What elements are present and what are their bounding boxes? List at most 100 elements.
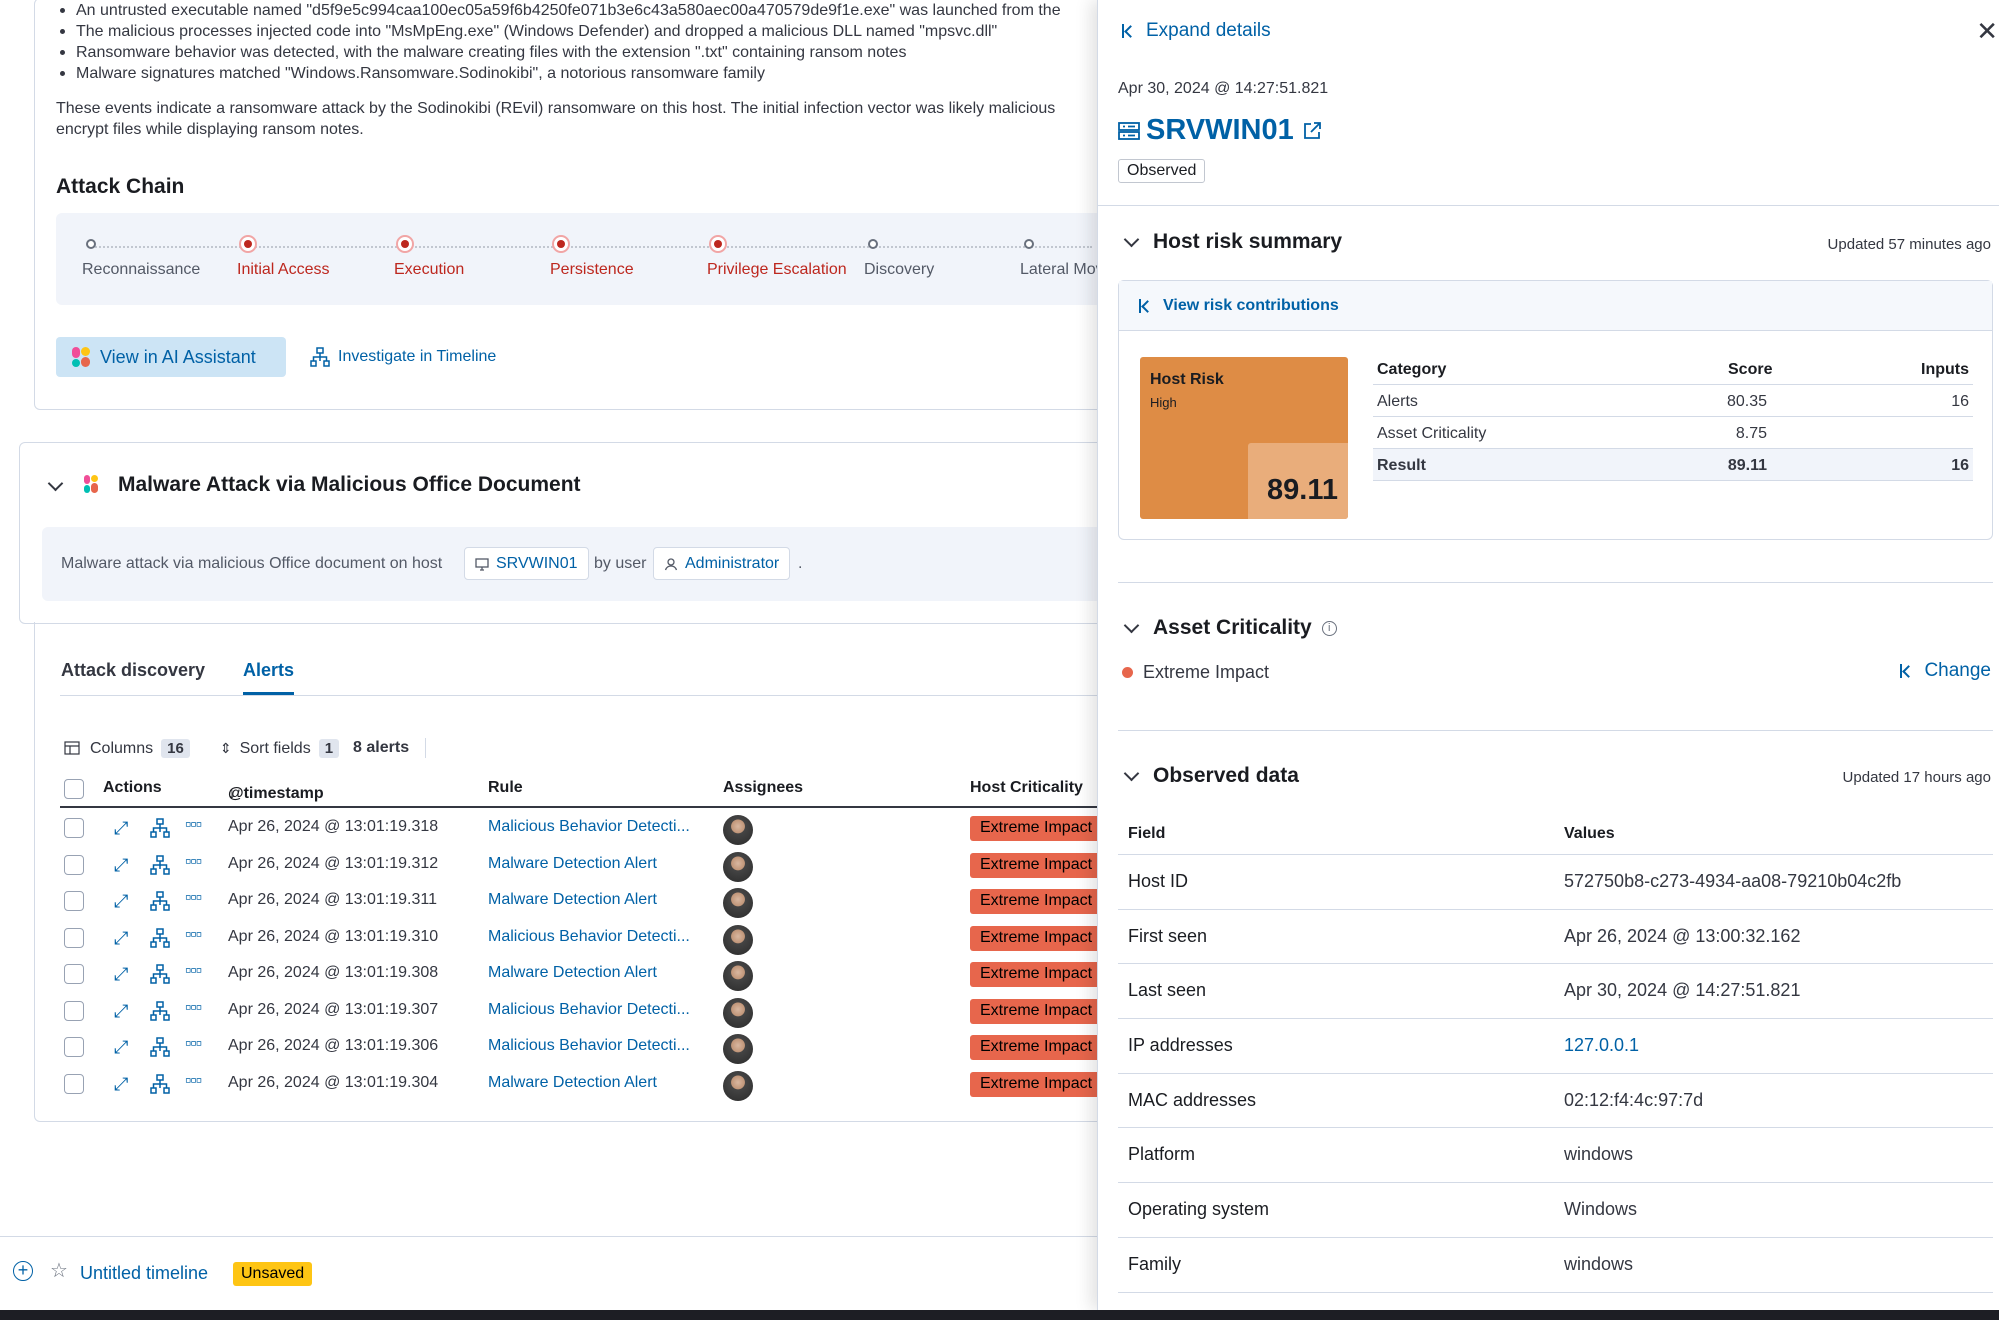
more-actions-icon[interactable]: ▫▫▫ xyxy=(185,814,202,835)
alert-rule-link[interactable]: Malware Detection Alert xyxy=(488,891,657,909)
expand-alert-icon[interactable]: ⤢ xyxy=(114,928,128,949)
stage-dot xyxy=(86,239,96,249)
more-actions-icon[interactable]: ▫▫▫ xyxy=(185,960,202,981)
more-actions-icon[interactable]: ▫▫▫ xyxy=(185,887,202,908)
treemap-level: High xyxy=(1150,395,1177,410)
expand-alert-icon[interactable]: ⤢ xyxy=(114,818,128,839)
avatar[interactable] xyxy=(723,815,753,845)
analyze-event-icon[interactable] xyxy=(150,1073,170,1094)
risk-table-header: Category Score Inputs xyxy=(1373,353,1973,385)
row-checkbox[interactable] xyxy=(64,1037,84,1057)
avatar[interactable] xyxy=(723,1070,753,1101)
alert-rule-link[interactable]: Malware Detection Alert xyxy=(488,1074,657,1092)
more-actions-icon[interactable]: ▫▫▫ xyxy=(185,851,202,872)
expand-alert-icon[interactable]: ⤢ xyxy=(114,1001,128,1022)
risk-summary-box: View risk contributions Host Risk High 8… xyxy=(1118,280,1993,540)
criticality-dot xyxy=(1122,667,1133,678)
ip-address-link[interactable]: 127.0.0.1 xyxy=(1564,1035,1639,1056)
avatar[interactable] xyxy=(723,924,753,955)
host-pill[interactable]: SRVWIN01 xyxy=(464,547,589,580)
row-checkbox[interactable] xyxy=(64,964,84,984)
discovery-by-user: by user xyxy=(594,555,647,572)
star-icon[interactable]: ☆ xyxy=(50,1258,68,1283)
observed-data-table: Field Values Host ID 572750b8-c273-4934-… xyxy=(1118,815,1993,1293)
row-checkbox[interactable] xyxy=(64,891,84,911)
analyze-event-icon[interactable] xyxy=(150,854,170,875)
expand-icon xyxy=(1139,298,1151,313)
timeline-title[interactable]: Untitled timeline xyxy=(80,1263,208,1284)
alert-rule-link[interactable]: Malicious Behavior Detecti... xyxy=(488,1001,690,1019)
alert-timestamp: Apr 26, 2024 @ 13:01:19.318 xyxy=(228,818,439,835)
table-row: ⤢ ▫▫▫ Apr 26, 2024 @ 13:01:19.310 Malicious… xyxy=(60,920,1097,957)
analyze-event-icon[interactable] xyxy=(150,927,170,948)
expand-alert-icon[interactable]: ⤢ xyxy=(114,964,128,985)
avatar[interactable] xyxy=(723,851,753,882)
more-actions-icon[interactable]: ▫▫▫ xyxy=(185,1033,202,1054)
unsaved-badge: Unsaved xyxy=(233,1262,313,1286)
analyze-event-icon[interactable] xyxy=(150,891,170,911)
more-actions-icon[interactable]: ▫▫▫ xyxy=(185,924,202,945)
field-value: 572750b8-c273-4934-aa08-79210b04c2fb xyxy=(1564,871,1902,891)
avatar[interactable] xyxy=(723,961,753,991)
row-checkbox[interactable] xyxy=(64,854,84,875)
change-label: Change xyxy=(1924,660,1991,681)
host-name-link[interactable]: SRVWIN01 xyxy=(1118,114,1322,147)
expand-alert-icon[interactable]: ⤢ xyxy=(114,1074,128,1095)
select-all-checkbox[interactable] xyxy=(64,779,84,799)
observed-data-toggle[interactable]: Observed data xyxy=(1123,764,1299,788)
sort-count-badge: 1 xyxy=(318,738,340,758)
alert-rule-link[interactable]: Malware Detection Alert xyxy=(488,855,657,873)
user-pill[interactable]: Administrator xyxy=(653,547,791,580)
analyze-event-icon[interactable] xyxy=(150,1037,170,1057)
field-name: First seen xyxy=(1128,925,1208,946)
tab-attack-discovery[interactable]: Attack discovery xyxy=(61,660,205,681)
expand-alert-icon[interactable]: ⤢ xyxy=(114,855,128,876)
row-checkbox[interactable] xyxy=(64,818,84,838)
avatar[interactable] xyxy=(723,888,753,918)
alert-rule-link[interactable]: Malicious Behavior Detecti... xyxy=(488,1037,690,1055)
asset-criticality-toggle[interactable]: Asset Criticality i xyxy=(1123,616,1337,640)
field-value: Windows xyxy=(1564,1199,1638,1220)
alert-rule-link[interactable]: Malware Detection Alert xyxy=(488,964,657,982)
host-icon xyxy=(475,557,489,571)
view-risk-contributions-button[interactable]: View risk contributions xyxy=(1119,281,1992,331)
col-assignees: Assignees xyxy=(723,779,804,796)
row-checkbox[interactable] xyxy=(64,1073,84,1094)
alert-timestamp: Apr 26, 2024 @ 13:01:19.307 xyxy=(228,1000,439,1018)
view-in-ai-assistant-button[interactable]: View in AI Assistant xyxy=(56,337,286,377)
sort-fields-button[interactable]: Sort fields 1 xyxy=(240,738,340,758)
alert-rule-link[interactable]: Malicious Behavior Detecti... xyxy=(488,928,690,946)
sort-icon: ⇕ xyxy=(219,739,232,756)
info-icon[interactable]: i xyxy=(1321,620,1337,636)
row-checkbox[interactable] xyxy=(64,1000,84,1021)
risk-table: Category Score Inputs Alerts 80.35 16 As… xyxy=(1373,353,1973,481)
expand-details-button[interactable]: Expand details xyxy=(1122,20,1271,42)
host-criticality-badge: Extreme Impact xyxy=(970,925,1097,951)
columns-label: Columns xyxy=(90,739,154,757)
investigate-in-timeline-button[interactable]: Investigate in Timeline xyxy=(310,337,496,377)
stage-dot-active xyxy=(396,235,414,253)
expand-alert-icon[interactable]: ⤢ xyxy=(114,891,128,912)
add-timeline-icon[interactable]: + xyxy=(13,1261,33,1281)
more-actions-icon[interactable]: ▫▫▫ xyxy=(185,997,202,1018)
analyze-event-icon[interactable] xyxy=(150,964,170,984)
attack-chain-title: Attack Chain xyxy=(56,175,185,198)
columns-button[interactable]: Columns 16 xyxy=(90,738,190,758)
change-criticality-button[interactable]: Change xyxy=(1900,660,1991,682)
summary-bullet: An untrusted executable named "d5f9e5c99… xyxy=(58,0,1061,21)
avatar[interactable] xyxy=(723,1034,753,1064)
expand-alert-icon[interactable]: ⤢ xyxy=(114,1037,128,1058)
analyze-event-icon[interactable] xyxy=(150,1000,170,1021)
alert-rule-link[interactable]: Malicious Behavior Detecti... xyxy=(488,818,690,836)
flyout-timestamp: Apr 30, 2024 @ 14:27:51.821 xyxy=(1118,80,1329,97)
tab-alerts[interactable]: Alerts xyxy=(243,660,295,695)
row-checkbox[interactable] xyxy=(64,927,84,948)
view-risk-contributions-label: View risk contributions xyxy=(1163,296,1339,314)
alert-timestamp: Apr 26, 2024 @ 13:01:19.306 xyxy=(228,1037,439,1054)
more-actions-icon[interactable]: ▫▫▫ xyxy=(185,1070,202,1091)
close-icon[interactable]: ✕ xyxy=(1976,16,1998,47)
analyze-event-icon[interactable] xyxy=(150,818,170,838)
observed-row-mac-addresses: MAC addresses 02:12:f4:4c:97:7d xyxy=(1118,1074,1993,1129)
avatar[interactable] xyxy=(723,997,753,1028)
host-risk-summary-toggle[interactable]: Host risk summary xyxy=(1123,230,1342,254)
